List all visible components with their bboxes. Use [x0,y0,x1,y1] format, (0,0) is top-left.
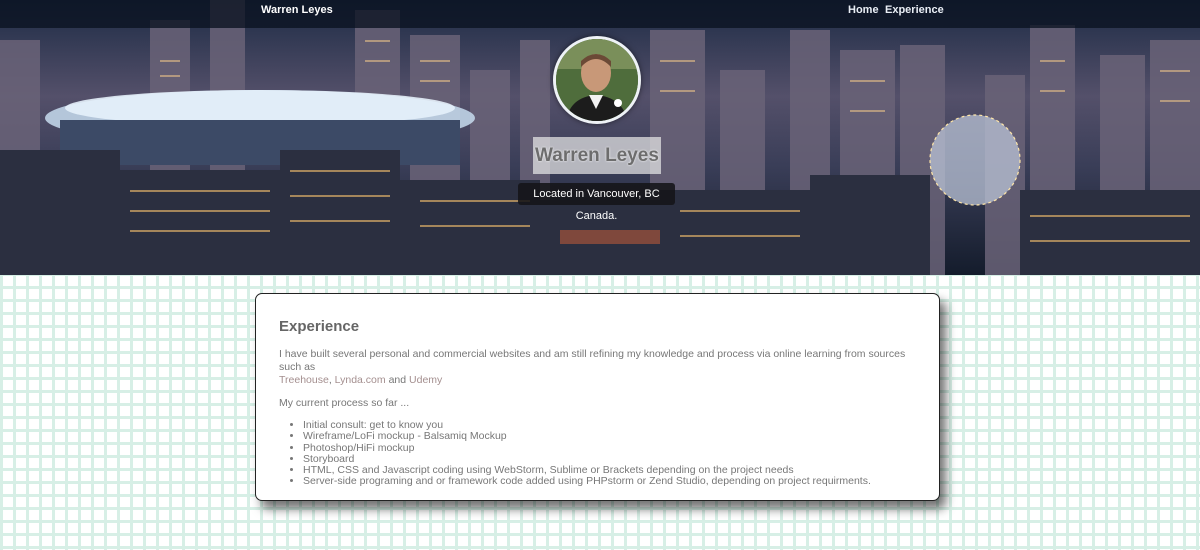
top-navbar: Warren Leyes Home Experience [0,0,1200,28]
experience-card: Experience I have built several personal… [255,293,940,501]
nav-experience-link[interactable]: Experience [885,4,944,16]
hero-name: Warren Leyes [533,137,661,174]
list-item: Photoshop/HiFi mockup [303,442,916,454]
comma-separator: , [328,374,332,386]
hero-location-badge: Located in Vancouver, BC Canada. [518,183,675,222]
brand-logo[interactable]: Warren Leyes [261,4,333,16]
lynda-link[interactable]: Lynda.com [335,374,386,386]
experience-title: Experience [279,318,360,335]
hero-banner: Warren Leyes Home Experience Warren Leye… [0,0,1200,275]
treehouse-link[interactable]: Treehouse [279,374,329,386]
list-item: Server-side programing and or framework … [303,476,916,488]
and-separator: and [388,374,407,386]
udemy-link[interactable]: Udemy [409,374,442,386]
person-photo-icon [556,39,638,121]
experience-intro: I have built several personal and commer… [279,348,916,387]
process-heading: My current process so far ... [279,397,410,409]
process-list: Initial consult: get to know you Wirefra… [279,419,916,488]
nav-home-link[interactable]: Home [848,4,879,16]
list-item: Wireframe/LoFi mockup - Balsamiq Mockup [303,430,916,442]
intro-text: I have built several personal and commer… [279,348,906,373]
profile-avatar [553,36,641,124]
